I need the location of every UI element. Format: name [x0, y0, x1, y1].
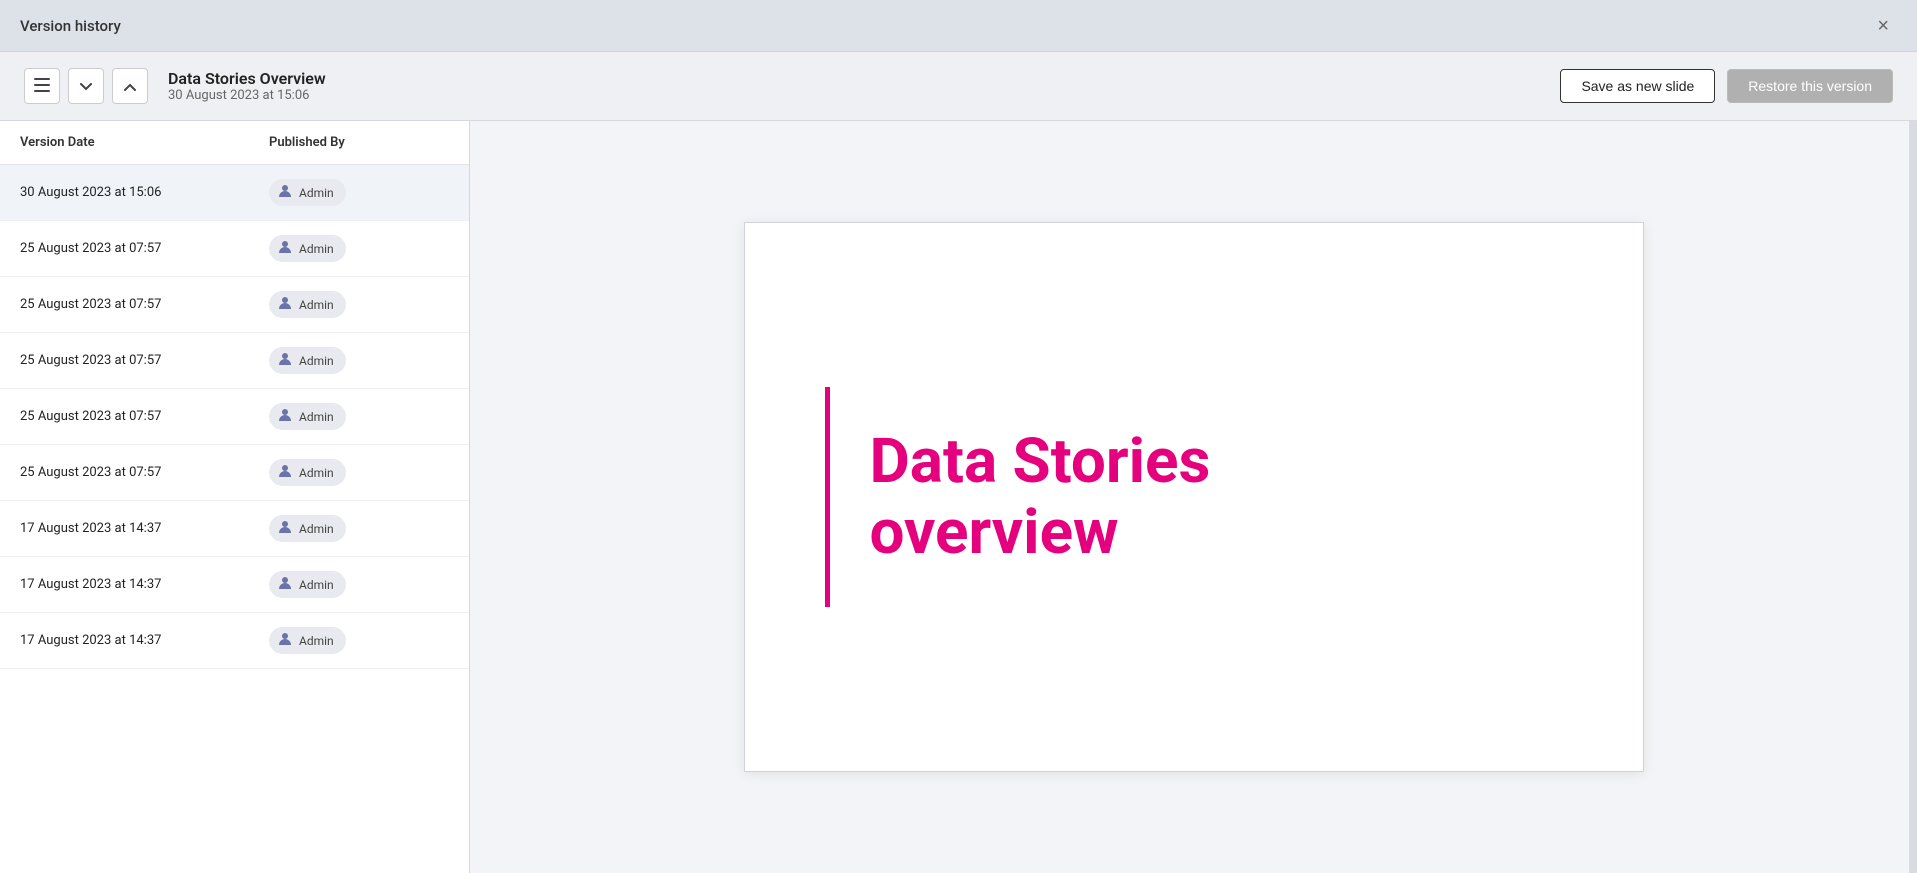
preview-panel: Data Stories overview [470, 121, 1917, 873]
list-icon [34, 78, 50, 95]
table-row[interactable]: 17 August 2023 at 14:37 Admin [0, 613, 469, 669]
version-panel: Version Date Published By 30 August 2023… [0, 121, 470, 873]
user-name: Admin [299, 466, 334, 480]
user-name: Admin [299, 298, 334, 312]
version-name: Data Stories Overview [168, 69, 326, 88]
user-icon [277, 463, 293, 482]
table-row[interactable]: 17 August 2023 at 14:37 Admin [0, 557, 469, 613]
version-list[interactable]: 30 August 2023 at 15:06 Admin25 August 2… [0, 165, 469, 873]
user-name: Admin [299, 242, 334, 256]
row-published: Admin [269, 179, 449, 206]
user-name: Admin [299, 634, 334, 648]
row-date: 17 August 2023 at 14:37 [20, 633, 269, 648]
list-view-button[interactable] [24, 68, 60, 104]
row-published: Admin [269, 235, 449, 262]
toolbar: Data Stories Overview 30 August 2023 at … [0, 52, 1917, 121]
user-icon [277, 575, 293, 594]
table-row[interactable]: 25 August 2023 at 07:57 Admin [0, 221, 469, 277]
chevron-down-icon [80, 78, 92, 94]
user-name: Admin [299, 410, 334, 424]
col-published-header: Published By [269, 135, 449, 150]
version-info: Data Stories Overview 30 August 2023 at … [168, 69, 326, 103]
user-badge: Admin [269, 291, 346, 318]
slide-accent-bar [825, 387, 830, 607]
table-row[interactable]: 25 August 2023 at 07:57 Admin [0, 277, 469, 333]
slide-title: Data Stories overview [870, 426, 1211, 569]
top-bar: Version history × [0, 0, 1917, 52]
save-as-new-slide-button[interactable]: Save as new slide [1560, 69, 1715, 103]
user-badge: Admin [269, 403, 346, 430]
row-date: 25 August 2023 at 07:57 [20, 409, 269, 424]
user-badge: Admin [269, 235, 346, 262]
row-date: 25 August 2023 at 07:57 [20, 465, 269, 480]
table-row[interactable]: 25 August 2023 at 07:57 Admin [0, 389, 469, 445]
user-name: Admin [299, 354, 334, 368]
row-date: 25 August 2023 at 07:57 [20, 353, 269, 368]
table-row[interactable]: 25 August 2023 at 07:57 Admin [0, 445, 469, 501]
close-button[interactable]: × [1869, 12, 1897, 40]
toolbar-left: Data Stories Overview 30 August 2023 at … [24, 68, 326, 104]
restore-version-button[interactable]: Restore this version [1727, 69, 1893, 103]
row-published: Admin [269, 347, 449, 374]
table-row[interactable]: 17 August 2023 at 14:37 Admin [0, 501, 469, 557]
user-name: Admin [299, 578, 334, 592]
user-badge: Admin [269, 347, 346, 374]
user-badge: Admin [269, 515, 346, 542]
chevron-down-button[interactable] [68, 68, 104, 104]
version-date: 30 August 2023 at 15:06 [168, 88, 326, 103]
chevron-up-button[interactable] [112, 68, 148, 104]
user-icon [277, 407, 293, 426]
row-published: Admin [269, 403, 449, 430]
toolbar-right: Save as new slide Restore this version [1560, 69, 1893, 103]
row-published: Admin [269, 459, 449, 486]
user-name: Admin [299, 186, 334, 200]
table-header: Version Date Published By [0, 121, 469, 165]
chevron-up-icon [124, 78, 136, 94]
col-date-header: Version Date [20, 135, 269, 150]
row-date: 25 August 2023 at 07:57 [20, 241, 269, 256]
user-icon [277, 239, 293, 258]
user-icon [277, 519, 293, 538]
slide-title-line2: overview [870, 496, 1119, 569]
slide-title-line1: Data Stories [870, 425, 1211, 498]
user-badge: Admin [269, 627, 346, 654]
user-icon [277, 295, 293, 314]
right-scroll-indicator [1909, 121, 1917, 873]
row-date: 25 August 2023 at 07:57 [20, 297, 269, 312]
row-date: 17 August 2023 at 14:37 [20, 577, 269, 592]
slide-preview: Data Stories overview [744, 222, 1644, 772]
row-date: 30 August 2023 at 15:06 [20, 185, 269, 200]
row-published: Admin [269, 571, 449, 598]
user-badge: Admin [269, 459, 346, 486]
version-history-modal: Version history × [0, 0, 1917, 873]
user-icon [277, 631, 293, 650]
main-content: Version Date Published By 30 August 2023… [0, 121, 1917, 873]
user-icon [277, 183, 293, 202]
row-date: 17 August 2023 at 14:37 [20, 521, 269, 536]
table-row[interactable]: 30 August 2023 at 15:06 Admin [0, 165, 469, 221]
user-icon [277, 351, 293, 370]
row-published: Admin [269, 291, 449, 318]
row-published: Admin [269, 627, 449, 654]
row-published: Admin [269, 515, 449, 542]
table-row[interactable]: 25 August 2023 at 07:57 Admin [0, 333, 469, 389]
user-badge: Admin [269, 571, 346, 598]
modal-title: Version history [20, 17, 121, 35]
user-badge: Admin [269, 179, 346, 206]
user-name: Admin [299, 522, 334, 536]
